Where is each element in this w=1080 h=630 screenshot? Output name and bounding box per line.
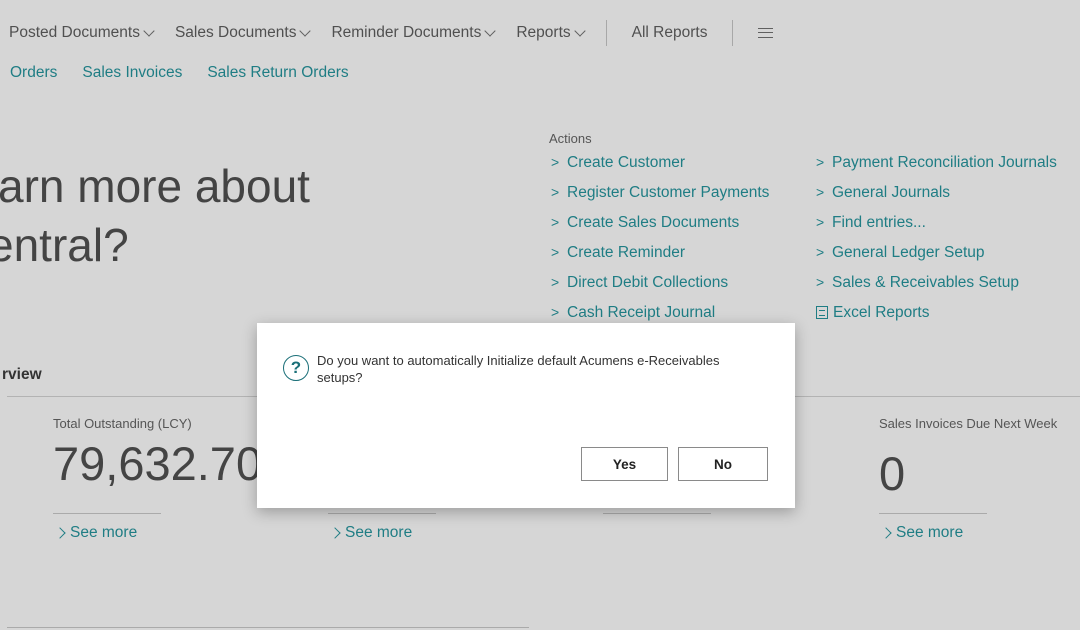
nav-item-label: Sales Documents [174,24,297,41]
chevron-down-icon [484,25,497,37]
chevron-right-icon [880,527,892,539]
tile-total-outstanding-value[interactable]: 79,632.70 [53,440,262,487]
nav-item-label: Reports [516,24,571,41]
action-register-customer-payments[interactable]: > Register Customer Payments [551,184,769,214]
actions-column-2: > Payment Reconciliation Journals > Genera… [816,154,1057,334]
action-label: Cash Receipt Journal [567,304,716,321]
nav-sales-documents[interactable]: Sales Documents [174,24,312,42]
chevron-right-icon: > [551,214,560,230]
action-excel-reports[interactable]: Excel Reports [816,304,1057,334]
section-divider [7,627,529,628]
chevron-right-icon: > [551,244,560,260]
dialog-message: Do you want to automatically Initialize … [317,353,720,385]
nav-item-label: Posted Documents [9,24,140,41]
action-direct-debit-collections[interactable]: > Direct Debit Collections [551,274,769,304]
chevron-right-icon [329,527,341,539]
action-label: General Ledger Setup [832,244,985,261]
tile-sales-invoices-due-value[interactable]: 0 [879,450,905,497]
hamburger-menu-icon[interactable] [758,28,774,38]
nav-all-reports[interactable]: All Reports [632,24,708,42]
chevron-down-icon [299,25,312,37]
tile-divider [328,513,436,514]
nav-posted-documents[interactable]: Posted Documents [9,24,155,42]
no-button[interactable]: No [678,447,768,481]
see-more-link[interactable]: See more [54,524,138,542]
see-more-label: See more [345,524,413,541]
chevron-right-icon: > [816,274,825,290]
subnav-sales-invoices[interactable]: Sales Invoices [82,64,182,82]
see-more-link[interactable]: See more [329,524,413,542]
top-navigation: Posted Documents Sales Documents Reminde… [0,20,774,46]
action-general-journals[interactable]: > General Journals [816,184,1057,214]
see-more-link[interactable]: See more [880,524,964,542]
see-more-label: See more [70,524,138,541]
overview-heading: rview [2,366,42,383]
chevron-right-icon: > [816,154,825,170]
subnav-sales-return-orders[interactable]: Sales Return Orders [207,64,348,82]
tile-divider [879,513,987,514]
action-label: Direct Debit Collections [567,274,729,291]
nav-item-label: All Reports [631,24,708,41]
action-label: Excel Reports [833,304,930,321]
action-create-reminder[interactable]: > Create Reminder [551,244,769,274]
action-label: General Journals [832,184,951,201]
nav-reminder-documents[interactable]: Reminder Documents [331,24,497,42]
chevron-right-icon [54,527,66,539]
report-document-icon [816,306,828,319]
headline-line-1: arn more about [0,160,310,212]
chevron-down-icon [143,25,155,37]
chevron-down-icon [573,25,586,37]
action-label: Register Customer Payments [567,184,770,201]
action-label: Create Sales Documents [567,214,740,231]
sub-navigation: Orders Sales Invoices Sales Return Order… [10,64,349,82]
chevron-right-icon: > [816,244,825,260]
question-icon: ? [283,355,309,381]
action-label: Find entries... [832,214,926,231]
chevron-right-icon: > [551,304,560,320]
see-more-label: See more [896,524,964,541]
chevron-right-icon: > [551,184,560,200]
nav-separator [605,20,607,46]
headline-line-2: entral? [0,219,129,271]
action-create-sales-documents[interactable]: > Create Sales Documents [551,214,769,244]
action-create-customer[interactable]: > Create Customer [551,154,769,184]
chevron-right-icon: > [816,184,825,200]
chevron-right-icon: > [551,154,560,170]
action-label: Create Customer [567,154,686,171]
tile-divider [603,513,711,514]
nav-reports[interactable]: Reports [516,24,586,42]
actions-column-1: > Create Customer > Register Customer Paym… [551,154,769,334]
tile-sales-invoices-due-label: Sales Invoices Due Next Week [879,416,1058,431]
subnav-orders[interactable]: Orders [10,64,57,82]
action-label: Sales & Receivables Setup [832,274,1019,291]
chevron-right-icon: > [816,214,825,230]
chevron-right-icon: > [551,274,560,290]
yes-button[interactable]: Yes [581,447,668,481]
action-sales-receivables-setup[interactable]: > Sales & Receivables Setup [816,274,1057,304]
confirm-dialog: ? Do you want to automatically Initializ… [257,323,795,508]
action-find-entries[interactable]: > Find entries... [816,214,1057,244]
tile-divider [53,513,161,514]
nav-separator [732,20,734,46]
nav-item-label: Reminder Documents [331,24,482,41]
action-label: Payment Reconciliation Journals [832,154,1057,171]
action-general-ledger-setup[interactable]: > General Ledger Setup [816,244,1057,274]
action-payment-reconciliation-journals[interactable]: > Payment Reconciliation Journals [816,154,1057,184]
actions-heading: Actions [549,131,592,146]
action-label: Create Reminder [567,244,686,261]
tile-total-outstanding-label: Total Outstanding (LCY) [53,416,192,431]
